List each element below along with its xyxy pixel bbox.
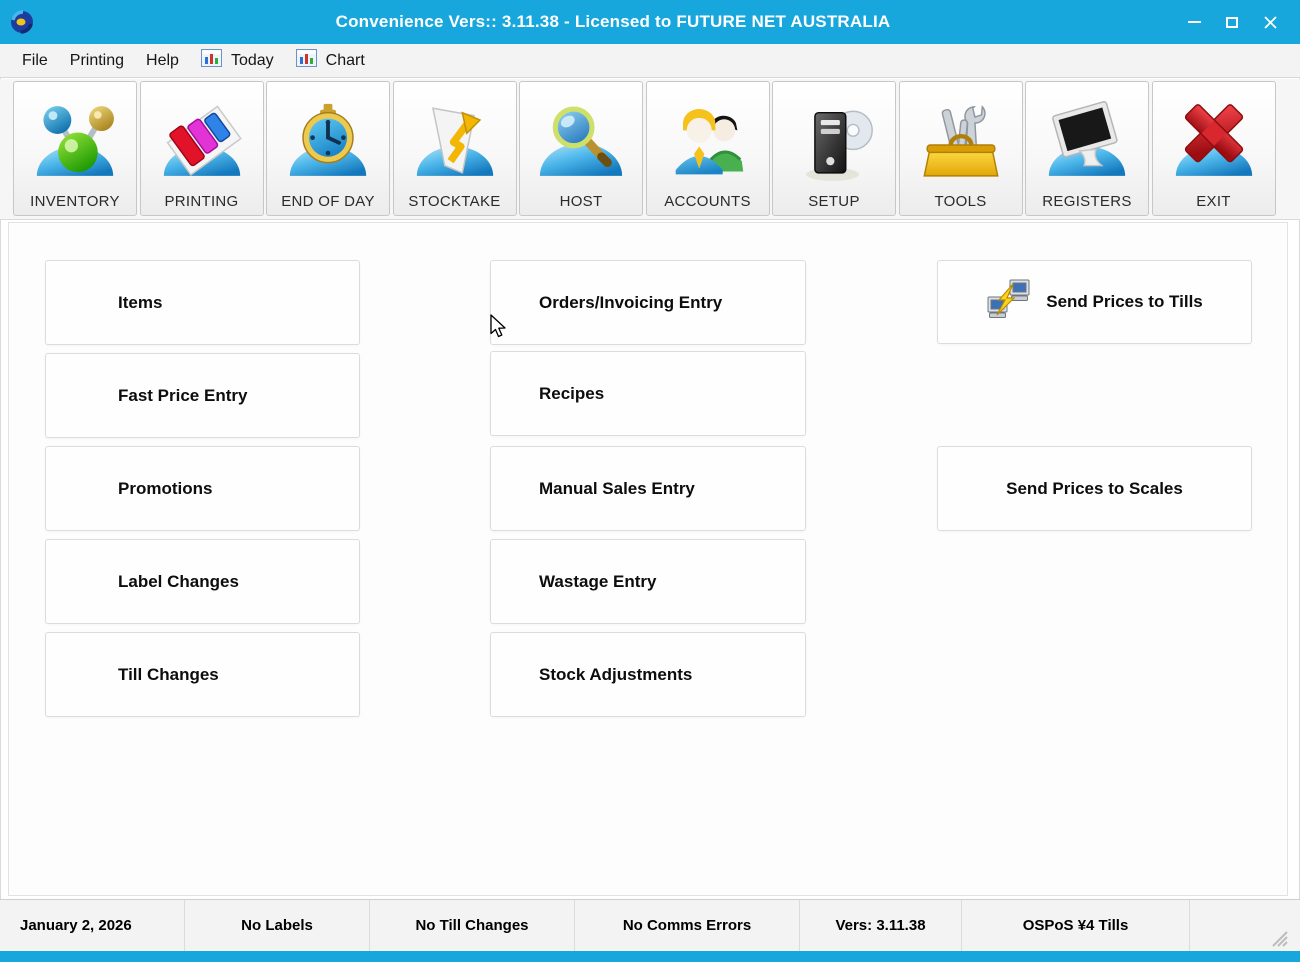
fast-price-entry-button[interactable]: Fast Price Entry bbox=[45, 353, 360, 438]
menu-printing[interactable]: Printing bbox=[59, 44, 135, 77]
status-tills-type: OSPoS ¥4 Tills bbox=[962, 900, 1190, 951]
maximize-icon[interactable] bbox=[1220, 9, 1244, 35]
status-comms-errors: No Comms Errors bbox=[575, 900, 800, 951]
status-date: January 2, 2026 bbox=[0, 900, 185, 951]
promotions-button[interactable]: Promotions bbox=[45, 446, 360, 531]
send-prices-to-tills-button[interactable]: Send Prices to Tills bbox=[937, 260, 1252, 344]
toolbar: INVENTORY PRINTING END O bbox=[0, 79, 1300, 220]
toolbar-accounts-button[interactable]: ACCOUNTS bbox=[646, 81, 770, 216]
status-version: Vers: 3.11.38 bbox=[800, 900, 962, 951]
toolbar-label: HOST bbox=[560, 193, 603, 210]
toolbar-label: REGISTERS bbox=[1042, 193, 1131, 210]
toolbar-tools-button[interactable]: TOOLS bbox=[899, 81, 1023, 216]
resize-grip-icon[interactable] bbox=[1271, 930, 1288, 951]
toolbox-icon bbox=[914, 100, 1008, 190]
toolbar-inventory-button[interactable]: INVENTORY bbox=[13, 81, 137, 216]
toolbar-label: INVENTORY bbox=[30, 193, 120, 210]
toolbar-host-button[interactable]: HOST bbox=[519, 81, 643, 216]
stopwatch-icon bbox=[281, 100, 375, 190]
window-title: Convenience Vers:: 3.11.38 - Licensed to… bbox=[44, 12, 1182, 32]
close-icon[interactable] bbox=[1258, 9, 1282, 35]
status-labels: No Labels bbox=[185, 900, 370, 951]
toolbar-label: PRINTING bbox=[164, 193, 238, 210]
toolbar-label: STOCKTAKE bbox=[408, 193, 500, 210]
till-changes-button[interactable]: Till Changes bbox=[45, 632, 360, 717]
toolbar-label: TOOLS bbox=[934, 193, 986, 210]
recipes-button[interactable]: Recipes bbox=[490, 351, 806, 436]
computers-sync-icon bbox=[986, 279, 1032, 326]
red-cross-icon bbox=[1167, 100, 1261, 190]
toolbar-label: SETUP bbox=[808, 193, 860, 210]
items-button[interactable]: Items bbox=[45, 260, 360, 345]
toolbar-setup-button[interactable]: SETUP bbox=[772, 81, 896, 216]
app-logo-icon[interactable] bbox=[0, 9, 44, 35]
toolbar-exit-button[interactable]: EXIT bbox=[1152, 81, 1276, 216]
toolbar-label: ACCOUNTS bbox=[664, 193, 751, 210]
menubar: File Printing Help Today Chart bbox=[0, 44, 1300, 78]
orders-invoicing-entry-button[interactable]: Orders/Invoicing Entry bbox=[490, 260, 806, 345]
bar-chart-icon bbox=[296, 49, 317, 72]
toolbar-stocktake-button[interactable]: STOCKTAKE bbox=[393, 81, 517, 216]
minimize-icon[interactable] bbox=[1182, 9, 1206, 35]
computer-cd-icon bbox=[787, 100, 881, 190]
label-changes-button[interactable]: Label Changes bbox=[45, 539, 360, 624]
statusbar: January 2, 2026 No Labels No Till Change… bbox=[0, 899, 1300, 951]
page-arrow-icon bbox=[408, 100, 502, 190]
toolbar-label: END OF DAY bbox=[281, 193, 375, 210]
menu-today[interactable]: Today bbox=[190, 44, 285, 77]
toolbar-printing-button[interactable]: PRINTING bbox=[140, 81, 264, 216]
menu-file[interactable]: File bbox=[11, 44, 59, 77]
magnifier-icon bbox=[534, 100, 628, 190]
report-bars-icon bbox=[155, 100, 249, 190]
titlebar: Convenience Vers:: 3.11.38 - Licensed to… bbox=[0, 0, 1300, 44]
manual-sales-entry-button[interactable]: Manual Sales Entry bbox=[490, 446, 806, 531]
window-bottom-border bbox=[0, 951, 1300, 962]
toolbar-registers-button[interactable]: REGISTERS bbox=[1025, 81, 1149, 216]
menu-help[interactable]: Help bbox=[135, 44, 190, 77]
molecule-icon bbox=[28, 100, 122, 190]
menu-chart[interactable]: Chart bbox=[285, 44, 376, 77]
touchscreen-monitor-icon bbox=[1040, 100, 1134, 190]
status-till-changes: No Till Changes bbox=[370, 900, 575, 951]
stock-adjustments-button[interactable]: Stock Adjustments bbox=[490, 632, 806, 717]
window-controls bbox=[1182, 9, 1300, 35]
wastage-entry-button[interactable]: Wastage Entry bbox=[490, 539, 806, 624]
toolbar-label: EXIT bbox=[1196, 193, 1231, 210]
toolbar-end-of-day-button[interactable]: END OF DAY bbox=[266, 81, 390, 216]
status-blank-segment bbox=[1190, 900, 1300, 951]
mouse-cursor bbox=[489, 314, 511, 343]
people-icon bbox=[661, 100, 755, 190]
bar-chart-icon bbox=[201, 49, 222, 72]
send-prices-to-scales-button[interactable]: Send Prices to Scales bbox=[937, 446, 1252, 531]
